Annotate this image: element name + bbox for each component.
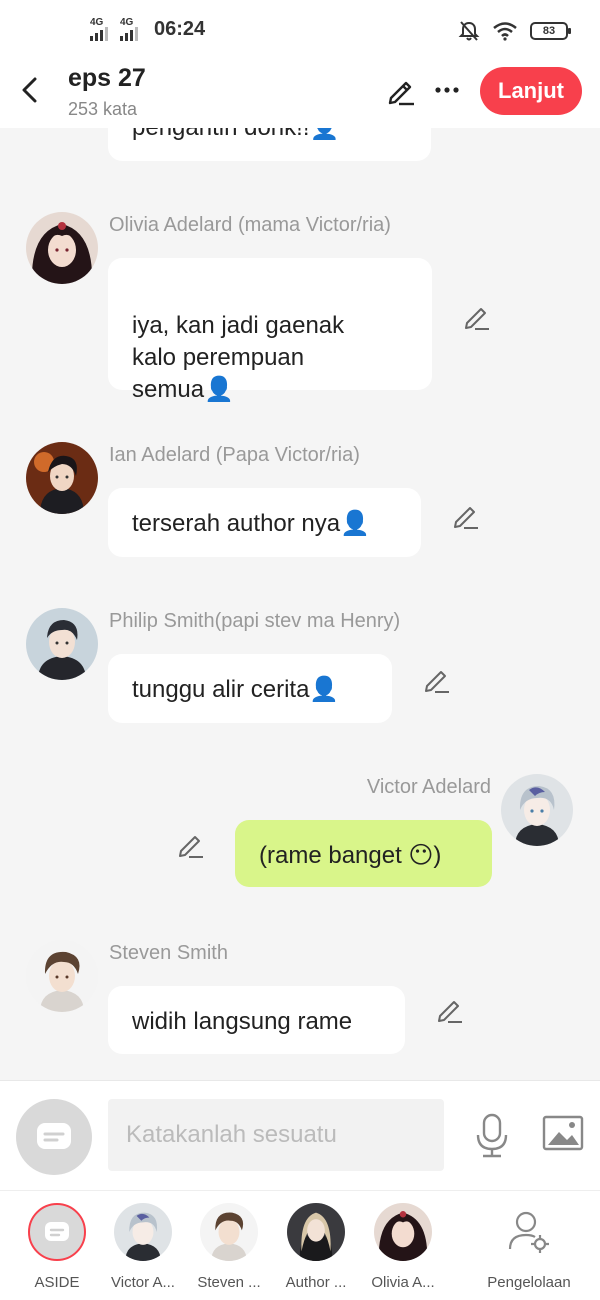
pencil-icon xyxy=(388,81,414,106)
image-icon xyxy=(542,1115,584,1151)
chevron-left-icon xyxy=(22,77,37,103)
avatar[interactable] xyxy=(26,608,98,680)
message-text: widih langsung rame xyxy=(132,1008,353,1035)
pencil-icon[interactable] xyxy=(436,996,464,1024)
pencil-icon[interactable] xyxy=(423,666,451,694)
speaker-name: Philip Smith(papi stev ma Henry) xyxy=(109,610,401,632)
message-bubble[interactable]: pengantin donk!!👤 xyxy=(108,128,431,161)
character-portrait xyxy=(26,442,98,514)
pencil-icon[interactable] xyxy=(177,831,205,859)
message-text: terserah author nya👤 xyxy=(132,510,371,537)
user-gear-icon xyxy=(500,1203,558,1261)
message-bubble[interactable]: terserah author nya👤 xyxy=(108,488,421,557)
character-portrait xyxy=(26,940,98,1012)
character-bar: ASIDE Victor A... Steven ... Author ... … xyxy=(0,1190,600,1300)
battery-level: 83 xyxy=(542,25,556,37)
character-portrait xyxy=(26,212,98,284)
status-bar: 4G 4G 06:24 83 xyxy=(0,0,600,62)
word-count: 253 kata xyxy=(68,99,138,119)
character-victor[interactable]: Victor A... xyxy=(103,1203,183,1291)
character-aside[interactable]: ASIDE xyxy=(17,1203,97,1291)
avatar[interactable] xyxy=(26,212,98,284)
status-right: 83 xyxy=(458,20,571,42)
episode-header: eps 27 253 kata Lanjut xyxy=(0,62,600,128)
episode-title: eps 27 xyxy=(68,64,146,92)
character-label: Olivia A... xyxy=(371,1274,435,1291)
message-icon xyxy=(45,1222,69,1241)
next-button[interactable]: Lanjut xyxy=(480,67,582,115)
message-text: tunggu alir cerita👤 xyxy=(132,676,340,703)
character-label: ASIDE xyxy=(34,1274,80,1291)
manage-characters-button[interactable]: Pengelolaan xyxy=(482,1203,576,1291)
image-upload-button[interactable] xyxy=(542,1115,584,1153)
aside-avatar xyxy=(28,1203,86,1261)
user-gear-glyph xyxy=(508,1211,549,1253)
character-author[interactable]: Author ... xyxy=(276,1203,356,1291)
speaker-name: Olivia Adelard (mama Victor/ria) xyxy=(109,214,391,236)
battery-indicator: 83 xyxy=(530,22,571,40)
character-portrait xyxy=(200,1203,258,1261)
message-input[interactable] xyxy=(108,1099,444,1171)
character-portrait xyxy=(26,608,98,680)
message-text: (rame banget 😶) xyxy=(259,842,442,869)
character-portrait xyxy=(501,774,573,846)
character-label: Pengelolaan xyxy=(487,1274,571,1291)
avatar xyxy=(114,1203,172,1261)
character-olivia[interactable]: Olivia A... xyxy=(363,1203,443,1291)
message-icon xyxy=(37,1123,71,1149)
character-label: Steven ... xyxy=(197,1274,261,1291)
status-left: 4G 4G 06:24 xyxy=(90,17,206,41)
character-portrait xyxy=(374,1203,432,1261)
message-composer xyxy=(0,1080,600,1190)
speaker-name: Steven Smith xyxy=(109,942,228,964)
wifi-icon xyxy=(493,22,517,41)
microphone-icon xyxy=(476,1113,508,1158)
ellipsis-icon xyxy=(435,87,459,93)
avatar[interactable] xyxy=(501,774,573,846)
pencil-icon[interactable] xyxy=(463,303,491,331)
edit-title-button[interactable] xyxy=(386,76,418,108)
message-bubble[interactable]: iya, kan jadi gaenak kalo perempuan semu… xyxy=(108,258,432,403)
voice-input-button[interactable] xyxy=(472,1113,512,1159)
signal-icon: 4G xyxy=(90,17,114,41)
character-portrait xyxy=(287,1203,345,1261)
message-text: pengantin donk!!👤 xyxy=(132,128,339,141)
bell-off-icon xyxy=(458,21,480,41)
chat-area[interactable]: pengantin donk!!👤 Olivia Adelard (mama V… xyxy=(0,128,600,1080)
aside-toggle-button[interactable] xyxy=(16,1099,92,1175)
avatar xyxy=(200,1203,258,1261)
pencil-icon[interactable] xyxy=(452,502,480,530)
speaker-name: Ian Adelard (Papa Victor/ria) xyxy=(109,444,360,466)
character-label: Victor A... xyxy=(111,1274,175,1291)
speaker-name: Victor Adelard xyxy=(366,776,491,798)
back-button[interactable] xyxy=(14,72,44,108)
avatar[interactable] xyxy=(26,940,98,1012)
message-bubble[interactable]: tunggu alir cerita👤 xyxy=(108,654,392,723)
avatar xyxy=(287,1203,345,1261)
character-portrait xyxy=(114,1203,172,1261)
message-bubble[interactable]: (rame banget 😶) xyxy=(235,820,492,887)
avatar[interactable] xyxy=(26,442,98,514)
clock: 06:24 xyxy=(154,18,206,40)
message-bubble[interactable]: widih langsung rame xyxy=(108,986,405,1054)
more-options-button[interactable] xyxy=(432,76,462,106)
signal-icon: 4G xyxy=(120,17,144,41)
character-steven[interactable]: Steven ... xyxy=(189,1203,269,1291)
character-label: Author ... xyxy=(285,1274,347,1291)
avatar xyxy=(374,1203,432,1261)
message-text: iya, kan jadi gaenak kalo perempuan semu… xyxy=(132,312,345,403)
